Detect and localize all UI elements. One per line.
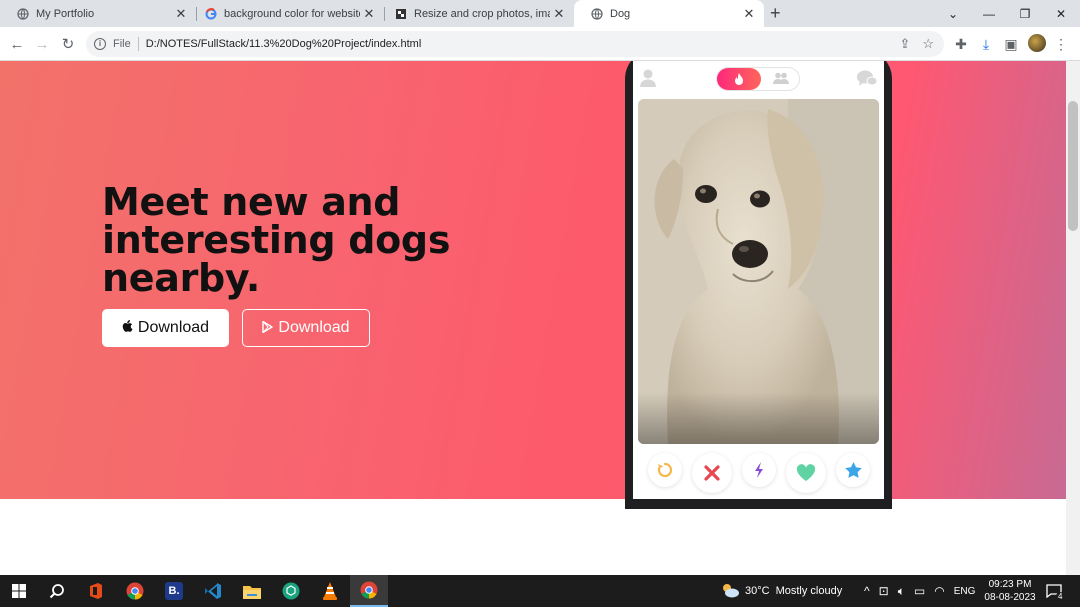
profile-icon[interactable] <box>640 69 656 87</box>
like-icon[interactable] <box>786 453 826 493</box>
meet-now-icon[interactable]: ⊡ <box>879 584 889 598</box>
notification-icon[interactable]: 4 <box>1046 575 1065 607</box>
system-tray: ^ ⊡ 🔈︎ ▭ ◠ ENG <box>864 575 975 607</box>
action-bar <box>633 451 884 495</box>
weather-widget[interactable]: 30°C Mostly cloudy <box>720 575 842 607</box>
chatgpt-icon[interactable] <box>272 575 310 607</box>
search-icon[interactable] <box>38 575 76 607</box>
super-like-icon[interactable] <box>836 453 870 487</box>
scheme-label: File <box>113 38 131 50</box>
new-tab-button[interactable]: + <box>770 3 781 24</box>
clock[interactable]: 09:23 PM 08-08-2023 <box>982 578 1038 604</box>
rewind-icon[interactable] <box>648 453 682 487</box>
tab-google-search[interactable]: background color for website - G ✕ <box>188 0 384 27</box>
reload-icon[interactable]: ↻ <box>57 33 79 55</box>
office-icon[interactable] <box>77 575 115 607</box>
globe-icon <box>16 7 30 21</box>
tab-dog[interactable]: Dog ✕ <box>574 0 764 27</box>
restore-icon[interactable]: ❐ <box>1008 0 1042 27</box>
share-icon[interactable]: ⇪ <box>899 36 910 52</box>
clock-date: 08-08-2023 <box>984 592 1036 603</box>
tab-title: Resize and crop photos, images a <box>414 7 550 20</box>
back-arrow-icon[interactable]: ← <box>6 33 28 55</box>
scrollbar-thumb[interactable] <box>1068 101 1078 231</box>
google-icon <box>204 7 218 21</box>
windows-start-icon[interactable] <box>0 575 38 607</box>
tab-my-portfolio[interactable]: My Portfolio ✕ <box>0 0 196 27</box>
close-icon[interactable]: ✕ <box>360 6 378 22</box>
address-bar[interactable]: i File D:/NOTES/FullStack/11.3%20Dog%20P… <box>86 31 944 57</box>
tab-resize-photos[interactable]: Resize and crop photos, images a ✕ <box>378 0 574 27</box>
side-panel-icon[interactable]: ▣ <box>1000 33 1022 55</box>
b-app-icon[interactable]: B. <box>155 575 193 607</box>
chevron-up-icon[interactable]: ^ <box>864 584 870 598</box>
file-explorer-icon[interactable] <box>233 575 271 607</box>
apple-icon <box>122 320 133 336</box>
nope-icon[interactable] <box>692 453 732 493</box>
dog-photo <box>638 99 879 444</box>
minimize-icon[interactable]: — <box>972 0 1006 27</box>
tab-title: My Portfolio <box>36 7 95 20</box>
play-store-icon <box>262 320 274 336</box>
divider <box>137 37 139 51</box>
volume-icon[interactable]: 🔈︎ <box>898 584 905 599</box>
tab-title: Dog <box>610 7 631 20</box>
avatar[interactable] <box>1028 34 1046 52</box>
clock-time: 09:23 PM <box>988 579 1032 590</box>
download-apple-button[interactable]: Download <box>102 309 229 347</box>
weather-temp: 30°C <box>745 585 770 597</box>
page-viewport: Meet new and interesting dogs nearby. Do… <box>0 61 1066 575</box>
battery-icon[interactable]: ▭ <box>914 584 925 598</box>
windows-taskbar: B. 30°C Mostly cloudy ^ ⊡ 🔈︎ ▭ ◠ ENG 09:… <box>0 575 1080 607</box>
chat-icon[interactable] <box>857 70 878 88</box>
tab-search-chevron-icon[interactable]: ⌄ <box>936 0 970 27</box>
download-label: Download <box>278 319 350 336</box>
language-label[interactable]: ENG <box>954 586 976 597</box>
tab-title: background color for website - G <box>224 7 360 20</box>
flame-icon[interactable] <box>717 68 761 90</box>
image-icon <box>394 7 408 21</box>
weather-text: Mostly cloudy <box>775 585 843 597</box>
extensions-icon[interactable]: ✚ <box>950 33 972 55</box>
boost-icon[interactable] <box>742 453 776 487</box>
browser-toolbar: ← → ↻ i File D:/NOTES/FullStack/11.3%20D… <box>0 27 1080 61</box>
vlc-icon[interactable] <box>311 575 349 607</box>
info-icon[interactable]: i <box>94 38 106 50</box>
hero-headline: Meet new and interesting dogs nearby. <box>102 180 451 300</box>
tab-strip: My Portfolio ✕ background color for webs… <box>0 0 1080 27</box>
close-icon[interactable]: ✕ <box>740 6 758 22</box>
mode-toggle[interactable] <box>716 67 800 91</box>
download-play-store-button[interactable]: Download <box>242 309 370 347</box>
wifi-icon[interactable]: ◠ <box>934 584 944 598</box>
download-icon[interactable]: ⤓ <box>975 33 997 55</box>
page-scrollbar[interactable] <box>1066 61 1080 575</box>
cloud-sun-icon <box>720 582 740 601</box>
close-icon[interactable]: ✕ <box>550 6 568 22</box>
bookmark-star-icon[interactable]: ☆ <box>922 36 934 52</box>
url-text[interactable]: D:/NOTES/FullStack/11.3%20Dog%20Project/… <box>146 38 422 50</box>
forward-arrow-icon[interactable]: → <box>31 33 53 55</box>
download-label: Download <box>137 319 210 336</box>
hero-section: Meet new and interesting dogs nearby. Do… <box>0 61 1066 509</box>
vscode-icon[interactable] <box>194 575 232 607</box>
people-icon[interactable] <box>773 72 789 87</box>
close-window-icon[interactable]: ✕ <box>1044 0 1078 27</box>
globe-icon <box>590 7 604 21</box>
chrome-icon[interactable] <box>116 575 154 607</box>
chrome-active-icon[interactable] <box>350 575 388 607</box>
notification-count: 4 <box>1056 591 1065 601</box>
menu-kebab-icon[interactable]: ⋮ <box>1050 33 1072 55</box>
